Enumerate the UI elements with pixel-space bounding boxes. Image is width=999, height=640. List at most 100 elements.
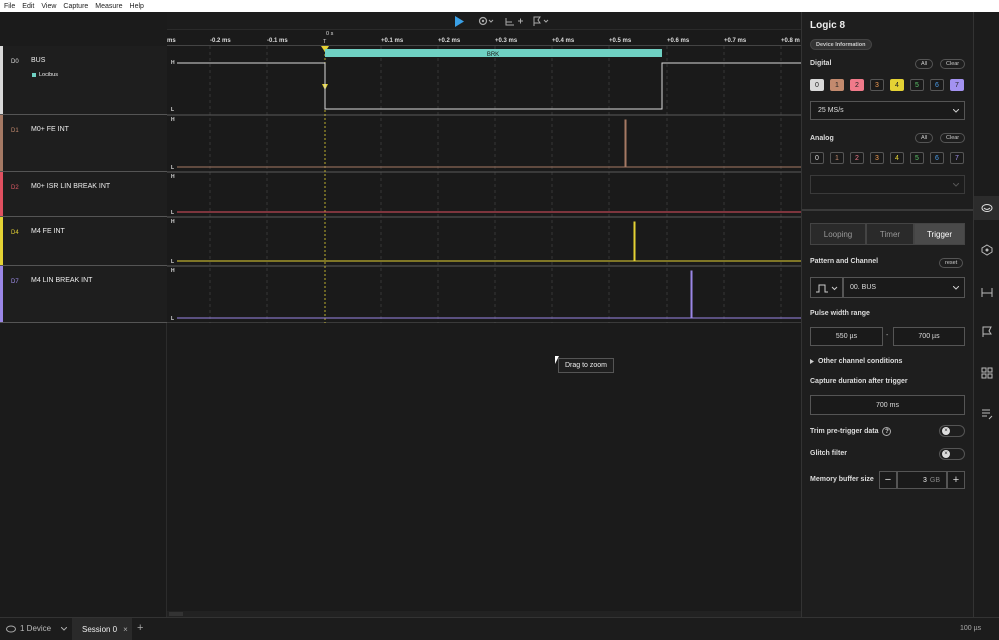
channel-name[interactable]: M0+ ISR LIN BREAK INT bbox=[31, 183, 110, 190]
reset-trigger-button[interactable]: reset bbox=[939, 258, 964, 268]
session-tab-label: Session 0 bbox=[82, 624, 118, 634]
analog-all-button[interactable]: All bbox=[915, 133, 934, 143]
device-count: 1 Device bbox=[20, 624, 52, 633]
channel-name[interactable]: BUS bbox=[31, 57, 45, 64]
glitch-filter-toggle[interactable]: × bbox=[939, 448, 965, 460]
menu-file[interactable]: File bbox=[4, 3, 15, 10]
add-session-button[interactable]: + bbox=[137, 622, 143, 634]
channel-row[interactable]: D4 M4 FE INT bbox=[0, 217, 167, 266]
ruler-tick-label: +0.5 ms bbox=[609, 38, 632, 44]
digital-channel-0-toggle[interactable]: 0 bbox=[810, 79, 824, 91]
high-level-label: H bbox=[171, 219, 175, 225]
pattern-channel-label: Pattern and Channel bbox=[810, 258, 879, 265]
capture-toolbar bbox=[167, 12, 801, 30]
extensions-tab[interactable] bbox=[974, 361, 999, 385]
channel-number: D2 bbox=[11, 185, 19, 191]
time-ruler[interactable]: 0 s T ms -0.2 ms -0.1 ms +0.1 ms +0.2 ms +0.3… bbox=[167, 30, 801, 46]
tab-session-0[interactable]: Session 0 × bbox=[72, 618, 132, 640]
scrollbar-thumb[interactable] bbox=[169, 612, 183, 616]
gear-icon bbox=[478, 16, 494, 26]
help-icon[interactable]: ? bbox=[882, 427, 892, 436]
ruler-tick-label: -0.1 ms bbox=[267, 38, 288, 44]
channel-row[interactable]: D7 M4 LIN BREAK INT bbox=[0, 266, 167, 323]
measurements-tab[interactable] bbox=[974, 280, 999, 304]
chevron-down-icon bbox=[953, 285, 959, 290]
memory-buffer-input[interactable]: 3 GB bbox=[897, 471, 947, 489]
channel-row[interactable]: D0 BUS Locibus bbox=[0, 46, 167, 115]
channel-color-bar bbox=[0, 46, 3, 114]
menu-view[interactable]: View bbox=[41, 3, 56, 10]
ruler-tick-label: +0.4 ms bbox=[552, 38, 575, 44]
digital-channel-5-toggle[interactable]: 5 bbox=[910, 79, 924, 91]
timing-markers-tab[interactable] bbox=[974, 320, 999, 344]
notes-icon bbox=[982, 409, 993, 420]
analog-rate-select[interactable] bbox=[810, 175, 965, 194]
digital-channel-3-toggle[interactable]: 3 bbox=[870, 79, 884, 91]
device-settings-button[interactable] bbox=[476, 14, 496, 28]
channel-row[interactable]: D1 M0+ FE INT bbox=[0, 115, 167, 172]
start-capture-button[interactable] bbox=[452, 14, 466, 28]
trigger-type-select[interactable] bbox=[810, 277, 843, 298]
analog-channel-3-toggle[interactable]: 3 bbox=[870, 152, 884, 164]
menu-edit[interactable]: Edit bbox=[22, 3, 34, 10]
memory-decrease-button[interactable]: − bbox=[879, 471, 897, 489]
channel-name[interactable]: M0+ FE INT bbox=[31, 126, 69, 133]
device-information-button[interactable]: Device Information bbox=[810, 39, 872, 50]
chevron-down-icon bbox=[953, 182, 959, 187]
close-session-icon[interactable]: × bbox=[123, 625, 128, 634]
device-settings-tab[interactable] bbox=[974, 196, 999, 220]
digital-all-button[interactable]: All bbox=[915, 59, 934, 69]
d7-waveform bbox=[177, 270, 801, 319]
analog-channel-7-toggle[interactable]: 7 bbox=[950, 152, 964, 164]
waveform-area[interactable]: H L H L H L H L H L BRK bbox=[167, 46, 801, 324]
trigger-channel-select[interactable]: 00. BUS bbox=[843, 277, 965, 298]
looping-mode-tab[interactable]: Looping bbox=[810, 223, 866, 245]
analog-channel-4-toggle[interactable]: 4 bbox=[890, 152, 904, 164]
flag-icon bbox=[533, 16, 549, 26]
pulse-min-input[interactable]: 550 µs bbox=[810, 327, 883, 346]
analog-channel-2-toggle[interactable]: 2 bbox=[850, 152, 864, 164]
capture-duration-input[interactable]: 700 ms bbox=[810, 395, 965, 415]
menu-help[interactable]: Help bbox=[130, 3, 144, 10]
trim-pretrigger-toggle[interactable]: × bbox=[939, 425, 965, 437]
sample-rate-select[interactable]: 25 MS/s bbox=[810, 101, 965, 120]
add-marker-button[interactable] bbox=[530, 14, 552, 28]
channel-row[interactable]: D2 M0+ ISR LIN BREAK INT bbox=[0, 172, 167, 217]
pulse-max-input[interactable]: 700 µs bbox=[893, 327, 965, 346]
analog-channel-1-toggle[interactable]: 1 bbox=[830, 152, 844, 164]
analog-channel-6-toggle[interactable]: 6 bbox=[930, 152, 944, 164]
status-bar: 1 Device Session 0 × + 100 µs bbox=[0, 617, 999, 640]
glitch-filter-label: Glitch filter bbox=[810, 450, 847, 457]
brk-frame-label: BRK bbox=[487, 52, 499, 58]
waveform-canvas: HLHLHLHLHLBRK bbox=[167, 46, 801, 324]
digital-channel-7-toggle[interactable]: 7 bbox=[950, 79, 964, 91]
digital-channel-4-toggle[interactable]: 4 bbox=[890, 79, 904, 91]
channel-name[interactable]: M4 LIN BREAK INT bbox=[31, 277, 92, 284]
menu-measure[interactable]: Measure bbox=[95, 3, 122, 10]
channel-name[interactable]: M4 FE INT bbox=[31, 228, 65, 235]
trigger-mode-tab[interactable]: Trigger bbox=[914, 223, 965, 245]
analog-channel-0-toggle[interactable]: 0 bbox=[810, 152, 824, 164]
timer-mode-tab[interactable]: Timer bbox=[866, 223, 914, 245]
device-selector[interactable]: 1 Device bbox=[6, 624, 68, 633]
digital-channel-6-toggle[interactable]: 6 bbox=[930, 79, 944, 91]
notes-tab[interactable] bbox=[974, 402, 999, 426]
other-channel-conditions-toggle[interactable]: Other channel conditions bbox=[810, 358, 902, 365]
waveform-empty-area[interactable] bbox=[167, 323, 801, 617]
analyzer-tag[interactable]: Locibus bbox=[32, 72, 58, 78]
add-measurement-button[interactable] bbox=[503, 14, 525, 28]
channel-color-bar bbox=[0, 266, 3, 322]
analog-channel-5-toggle[interactable]: 5 bbox=[910, 152, 924, 164]
analyzers-tab[interactable] bbox=[974, 238, 999, 262]
memory-buffer-label: Memory buffer size bbox=[810, 476, 874, 483]
low-level-label: L bbox=[171, 210, 174, 216]
digital-channel-2-toggle[interactable]: 2 bbox=[850, 79, 864, 91]
analog-clear-button[interactable]: Clear bbox=[940, 133, 966, 143]
digital-clear-button[interactable]: Clear bbox=[940, 59, 966, 69]
memory-increase-button[interactable]: + bbox=[947, 471, 965, 489]
bus-waveform bbox=[177, 62, 801, 110]
pulse-range-dash: - bbox=[886, 332, 889, 339]
high-level-label: H bbox=[171, 117, 175, 123]
digital-channel-1-toggle[interactable]: 1 bbox=[830, 79, 844, 91]
menu-capture[interactable]: Capture bbox=[63, 3, 88, 10]
